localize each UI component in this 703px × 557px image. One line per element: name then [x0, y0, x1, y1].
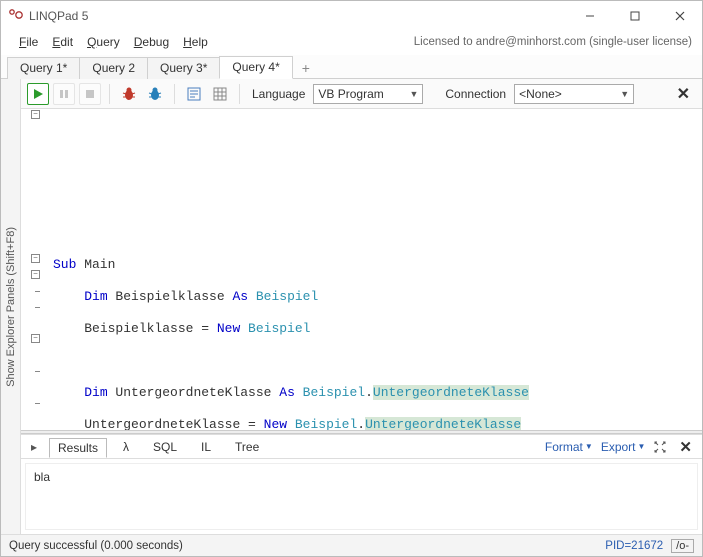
chevron-down-icon: ▼: [620, 89, 629, 99]
data-grid-icon[interactable]: [209, 83, 231, 105]
results-tab-results[interactable]: Results: [49, 438, 107, 458]
fold-tick-icon: [35, 371, 40, 372]
fold-tick-icon: [35, 291, 40, 292]
bug-red-icon[interactable]: [118, 83, 140, 105]
fold-icon[interactable]: −: [31, 254, 40, 263]
results-tab-lambda[interactable]: λ: [115, 438, 137, 456]
chevron-down-icon: ▼: [585, 442, 593, 451]
show-explorer-panels[interactable]: Show Explorer Panels (Shift+F8): [1, 79, 21, 534]
fold-tick-icon: [35, 307, 40, 308]
status-message: Query successful (0.000 seconds): [9, 540, 183, 552]
menu-query[interactable]: Query: [81, 33, 126, 51]
connection-value: <None>: [519, 87, 562, 101]
optimize-toggle[interactable]: /o-: [671, 539, 694, 553]
menu-help[interactable]: Help: [177, 33, 214, 51]
results-tab-sql[interactable]: SQL: [145, 438, 185, 456]
format-dropdown[interactable]: Format ▼: [545, 440, 593, 454]
minimize-button[interactable]: [567, 2, 612, 30]
results-tab-il[interactable]: IL: [193, 438, 219, 456]
results-output[interactable]: bla: [25, 463, 698, 530]
tab-query-4[interactable]: Query 4*: [219, 56, 292, 79]
menu-debug[interactable]: Debug: [128, 33, 175, 51]
window-title: LINQPad 5: [29, 9, 88, 23]
rich-text-icon[interactable]: [183, 83, 205, 105]
content-column: Language VB Program ▼ Connection <None> …: [21, 79, 702, 534]
toolbar: Language VB Program ▼ Connection <None> …: [21, 79, 702, 109]
fold-tick-icon: [35, 403, 40, 404]
main-area: Show Explorer Panels (Shift+F8): [1, 79, 702, 534]
pin-icon[interactable]: ▸: [27, 440, 41, 454]
maximize-button[interactable]: [612, 2, 657, 30]
fold-icon[interactable]: −: [31, 110, 40, 119]
export-dropdown[interactable]: Export ▼: [601, 440, 646, 454]
fold-icon[interactable]: −: [31, 334, 40, 343]
results-toolbar: ▸ Results λ SQL IL Tree Format ▼ Export …: [21, 435, 702, 459]
close-query-button[interactable]: ✕: [671, 84, 696, 104]
results-tab-tree[interactable]: Tree: [227, 438, 267, 456]
tab-query-1[interactable]: Query 1*: [7, 57, 80, 79]
code-editor[interactable]: − − − − Sub Main Dim Beispielklasse As B…: [21, 109, 702, 430]
close-results-button[interactable]: ✕: [675, 438, 696, 456]
statusbar: Query successful (0.000 seconds) PID=216…: [1, 534, 702, 556]
connection-label: Connection: [441, 87, 510, 101]
menu-file[interactable]: File: [13, 33, 44, 51]
results-pane: ▸ Results λ SQL IL Tree Format ▼ Export …: [21, 434, 702, 534]
fold-icon[interactable]: −: [31, 270, 40, 279]
tab-add-button[interactable]: +: [292, 57, 320, 79]
tab-query-3[interactable]: Query 3*: [147, 57, 220, 79]
chevron-down-icon: ▼: [638, 442, 646, 451]
chevron-down-icon: ▼: [409, 89, 418, 99]
stop-button: [79, 83, 101, 105]
expand-icon[interactable]: [653, 440, 667, 454]
menubar: File Edit Query Debug Help: [13, 33, 214, 51]
run-button[interactable]: [27, 83, 49, 105]
menu-edit[interactable]: Edit: [46, 33, 79, 51]
menu-license-row: File Edit Query Debug Help Licensed to a…: [1, 31, 702, 55]
language-value: VB Program: [318, 87, 383, 101]
tabbar: Query 1* Query 2 Query 3* Query 4* +: [1, 55, 702, 79]
bug-blue-icon[interactable]: [144, 83, 166, 105]
connection-combo[interactable]: <None> ▼: [514, 84, 634, 104]
status-pid[interactable]: PID=21672: [605, 540, 663, 552]
language-label: Language: [248, 87, 309, 101]
app-window: LINQPad 5 File Edit Query Debug Help Lic…: [0, 0, 703, 557]
titlebar: LINQPad 5: [1, 1, 702, 31]
pause-button: [53, 83, 75, 105]
language-combo[interactable]: VB Program ▼: [313, 84, 423, 104]
sidepanel-label: Show Explorer Panels (Shift+F8): [5, 227, 17, 387]
close-button[interactable]: [657, 2, 702, 30]
tab-query-2[interactable]: Query 2: [79, 57, 148, 79]
license-text: Licensed to andre@minhorst.com (single-u…: [214, 36, 692, 48]
app-logo-icon: [9, 9, 23, 23]
